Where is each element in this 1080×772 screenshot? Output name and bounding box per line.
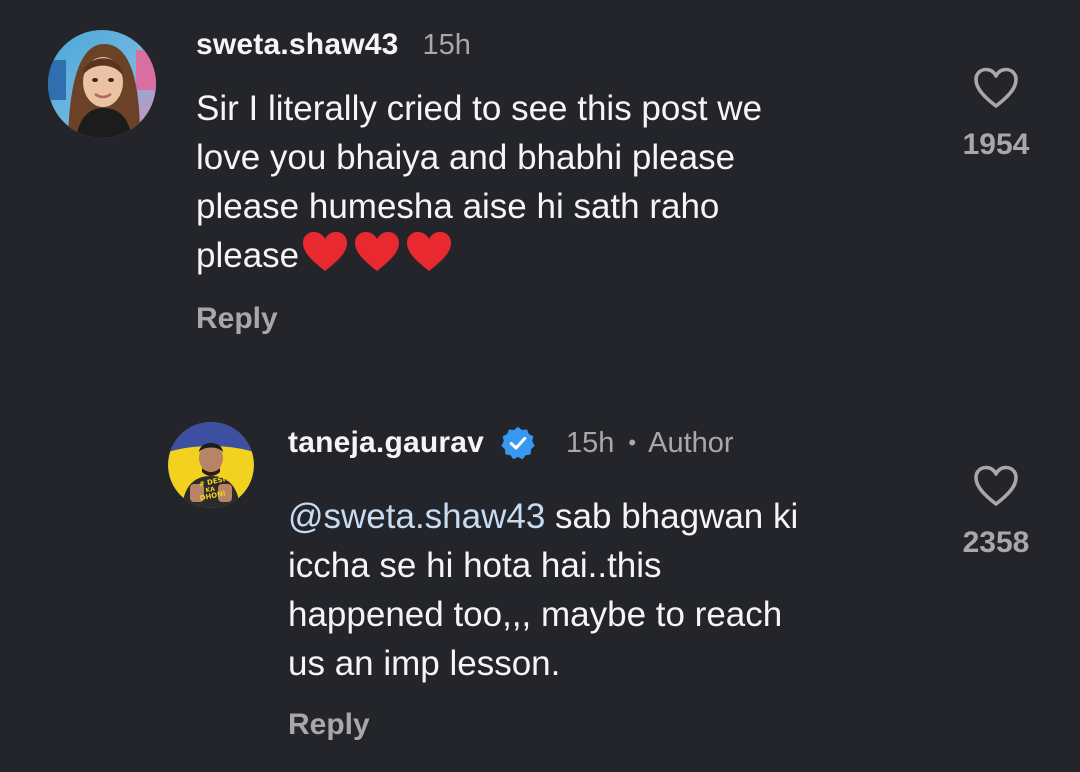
verified-badge-icon [501, 426, 535, 460]
like-button[interactable]: 1954 [936, 66, 1056, 162]
comment-text: @sweta.shaw43 sab bhagwan ki iccha se hi… [288, 492, 928, 688]
comment-text: Sir I literally cried to see this post w… [196, 84, 916, 280]
comment-line: love you bhaiya and bhabhi please [196, 138, 736, 177]
comment-header: taneja.gaurav 15h • Author [288, 422, 734, 464]
avatar-image: # DESH KA DHONI [168, 422, 254, 508]
heart-emoji-icon [303, 232, 348, 271]
comment-line: happened too,,, maybe to reach [288, 595, 783, 634]
comment-header: sweta.shaw43 15h [196, 24, 471, 66]
separator-dot: • [628, 430, 637, 455]
heart-emoji-icon [407, 232, 452, 271]
author-tag: Author [648, 426, 734, 459]
username[interactable]: taneja.gaurav [288, 426, 484, 460]
comment-line: please [196, 236, 300, 275]
like-count: 1954 [962, 128, 1030, 161]
comment-line: us an imp lesson. [288, 644, 561, 683]
comment: sweta.shaw43 15h Sir I literally cried t… [0, 0, 1080, 380]
heart-emoji-icon [355, 232, 400, 271]
avatar-image [48, 30, 156, 138]
comment-line: Sir I literally cried to see this post w… [196, 89, 763, 128]
comment-line: sab bhagwan ki [545, 497, 799, 536]
timestamp: 15h [422, 28, 471, 61]
like-count: 2358 [962, 526, 1030, 559]
mention-link[interactable]: @sweta.shaw43 [288, 497, 545, 536]
reply-comment: # DESH KA DHONI taneja.gaurav 15h • Auth… [0, 410, 1080, 772]
avatar[interactable] [48, 30, 156, 138]
reply-button[interactable]: Reply [196, 302, 278, 336]
like-button[interactable]: 2358 [936, 464, 1056, 560]
username[interactable]: sweta.shaw43 [196, 28, 399, 62]
comment-line: iccha se hi hota hai..this [288, 546, 662, 585]
heart-emoji-group [301, 231, 453, 273]
timestamp: 15h [566, 426, 615, 459]
heart-outline-icon[interactable] [972, 464, 1020, 508]
heart-outline-icon[interactable] [972, 66, 1020, 110]
reply-button[interactable]: Reply [288, 708, 370, 742]
comment-line: please humesha aise hi sath raho [196, 187, 720, 226]
avatar[interactable]: # DESH KA DHONI [168, 422, 254, 508]
